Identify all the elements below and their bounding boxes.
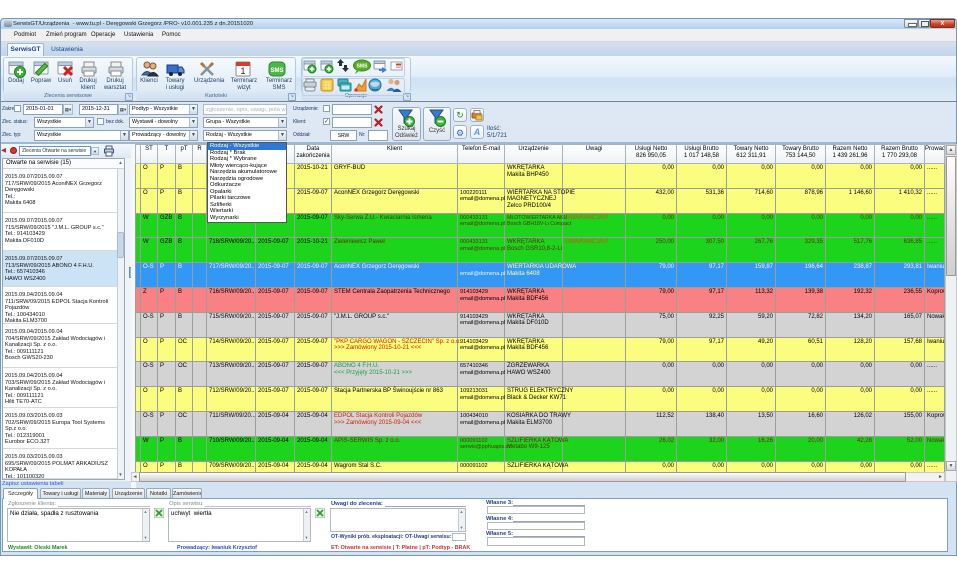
svg-text:SMS: SMS (357, 64, 369, 70)
svg-text:1: 1 (240, 66, 245, 76)
svg-text:SMS: SMS (270, 68, 283, 74)
